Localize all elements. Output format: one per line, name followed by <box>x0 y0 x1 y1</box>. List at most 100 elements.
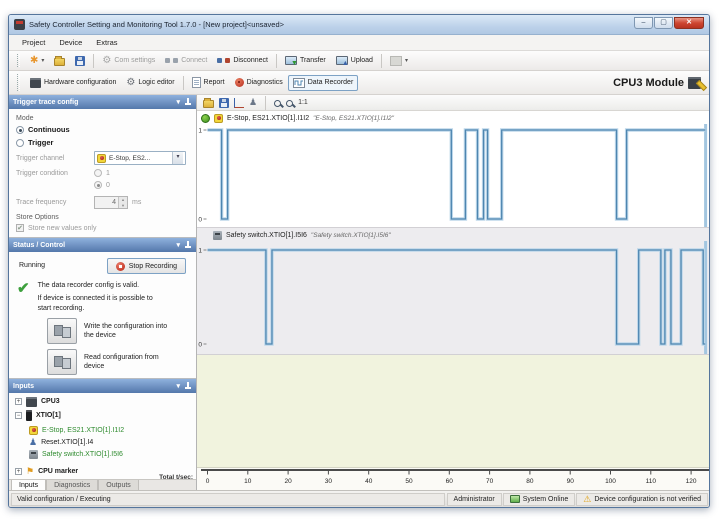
tree-item-estop[interactable]: E-Stop, ES21.XTIO[1].I1I2 <box>13 424 192 436</box>
write-config-icon <box>54 325 71 338</box>
tree-item-label: CPU marker <box>38 468 78 475</box>
menubar: Project Device Extras <box>9 35 709 51</box>
cpu3-module-edit-icon[interactable] <box>688 77 701 89</box>
report-icon <box>192 77 201 88</box>
continuous-radio[interactable] <box>16 126 24 134</box>
tree-item-safety-switch[interactable]: Safety switch.XTIO[1].I5I6 <box>13 448 192 460</box>
com-settings-label: Com settings <box>114 57 155 64</box>
hardware-configuration-icon <box>30 78 41 88</box>
transfer-button[interactable]: ▼ Transfer <box>280 53 331 68</box>
open-project-button[interactable] <box>49 53 70 69</box>
new-project-button[interactable]: ✱ ▾ <box>25 53 49 69</box>
marker-icon[interactable]: ♟ <box>249 98 257 107</box>
trigger-radio[interactable] <box>16 139 24 147</box>
status-control-panel: Status / Control ▾ Running Stop Recordin… <box>9 238 196 379</box>
read-config-label: Read configuration from device <box>84 353 168 372</box>
upload-button[interactable]: ▲ Upload <box>331 53 378 68</box>
trigger-channel-select[interactable]: E-Stop, ES2... ▾ <box>94 151 186 165</box>
stop-recording-button[interactable]: Stop Recording <box>107 258 186 274</box>
store-new-values-checkbox[interactable]: ✔ <box>16 224 24 232</box>
panel-collapse-icon[interactable]: ▾ <box>176 242 180 249</box>
spin-down-icon[interactable]: ▾ <box>119 203 127 209</box>
open-trace-icon[interactable] <box>203 100 214 108</box>
trace-estop-waveform[interactable]: 01 <box>197 124 710 227</box>
collapse-icon[interactable]: − <box>15 412 22 419</box>
trace-safety-switch-waveform[interactable]: 01 <box>197 241 710 354</box>
save-trace-icon[interactable] <box>219 98 229 108</box>
write-config-button[interactable] <box>47 318 77 344</box>
diagnostics-button[interactable]: Diagnostics <box>230 75 288 90</box>
new-dropdown-caret-icon: ▾ <box>41 58 44 64</box>
panel-pin-icon[interactable] <box>184 241 192 249</box>
svg-text:1: 1 <box>198 128 202 135</box>
logic-editor-button[interactable]: ⚙ Logic editor <box>121 75 179 91</box>
minimize-button[interactable]: – <box>634 17 653 29</box>
xtio-icon <box>26 410 32 421</box>
hardware-configuration-button[interactable]: Hardware configuration <box>25 75 121 91</box>
upload-icon: ▲ <box>336 56 348 65</box>
save-project-button[interactable] <box>70 53 90 69</box>
tree-item-label: Safety switch.XTIO[1].I5I6 <box>42 451 123 458</box>
read-config-button[interactable] <box>47 349 77 375</box>
panel-pin-icon[interactable] <box>184 382 192 390</box>
expand-icon[interactable]: + <box>15 398 22 405</box>
time-axis-label: Total t/sec: <box>149 474 193 481</box>
condition-0-radio[interactable] <box>94 181 102 189</box>
menu-extras[interactable]: Extras <box>89 36 124 49</box>
toolbar-separator <box>265 96 266 110</box>
zoom-in-icon[interactable] <box>274 100 281 107</box>
dropdown-arrow-icon[interactable]: ▾ <box>172 152 183 164</box>
trigger-panel-header: Trigger trace config ▾ <box>9 95 196 109</box>
trigger-trace-config-panel: Trigger trace config ▾ Mode Continuous T… <box>9 95 196 238</box>
disconnect-label: Disconnect <box>233 57 268 64</box>
close-button[interactable]: ✕ <box>674 17 704 29</box>
svg-text:70: 70 <box>486 478 494 485</box>
menu-project[interactable]: Project <box>15 36 52 49</box>
time-axis: Total t/sec: 010203040506070809010011012… <box>197 468 709 490</box>
menu-device[interactable]: Device <box>52 36 89 49</box>
toolbar-grip <box>17 54 20 67</box>
diagnostics-label: Diagnostics <box>247 79 283 86</box>
zoom-reset-button[interactable]: 1:1 <box>298 99 308 106</box>
toolbar-grip <box>17 74 20 90</box>
estop-icon <box>214 114 223 123</box>
trigger-channel-label: Trigger channel <box>16 155 90 162</box>
svg-text:0: 0 <box>198 217 202 224</box>
module-title: CPU3 Module <box>613 77 705 89</box>
read-config-icon <box>54 356 71 369</box>
panel-collapse-icon[interactable]: ▾ <box>176 99 180 106</box>
data-recorder-button[interactable]: Data Recorder <box>288 75 359 91</box>
disconnect-button[interactable]: Disconnect <box>212 53 273 68</box>
app-icon <box>14 19 25 30</box>
hardware-configuration-label: Hardware configuration <box>44 79 116 86</box>
panel-pin-icon[interactable] <box>184 98 192 106</box>
svg-text:50: 50 <box>405 478 413 485</box>
trace-name: E-Stop, ES21.XTIO[1].I1I2 <box>227 115 309 122</box>
toolbar-separator <box>276 54 277 68</box>
transfer-label: Transfer <box>300 57 326 64</box>
tree-item-xtio1[interactable]: − XTIO[1] <box>13 408 192 422</box>
zoom-out-icon[interactable] <box>286 100 293 107</box>
chart-settings-icon[interactable] <box>234 98 244 108</box>
upload-label: Upload <box>351 57 373 64</box>
inputs-panel-header: Inputs ▾ <box>9 379 196 393</box>
report-button[interactable]: Report <box>187 74 230 91</box>
com-settings-button[interactable]: ⚙ Com settings <box>97 53 160 69</box>
trace-frequency-stepper[interactable]: 4 ▴ ▾ <box>94 196 128 209</box>
maximize-button[interactable]: ▢ <box>654 17 673 29</box>
connect-button[interactable]: Connect <box>160 53 212 68</box>
svg-text:60: 60 <box>446 478 454 485</box>
tree-item-cpu3[interactable]: + CPU3 <box>13 395 192 408</box>
condition-1-radio[interactable] <box>94 169 102 177</box>
logic-editor-label: Logic editor <box>138 79 174 86</box>
titlebar: Safety Controller Setting and Monitoring… <box>9 15 709 35</box>
svg-text:20: 20 <box>284 478 292 485</box>
statusbar-warning: ⚠ Device configuration is not verified <box>576 493 708 506</box>
panel-collapse-icon[interactable]: ▾ <box>176 383 180 390</box>
expand-icon[interactable]: + <box>15 468 22 475</box>
tree-item-reset[interactable]: ♟ Reset.XTIO[1].I4 <box>13 436 192 448</box>
svg-text:0: 0 <box>206 478 210 485</box>
extra-tool-button[interactable]: ▾ <box>385 53 413 69</box>
window-title: Safety Controller Setting and Monitoring… <box>29 20 284 29</box>
trigger-channel-value: E-Stop, ES2... <box>109 155 169 162</box>
